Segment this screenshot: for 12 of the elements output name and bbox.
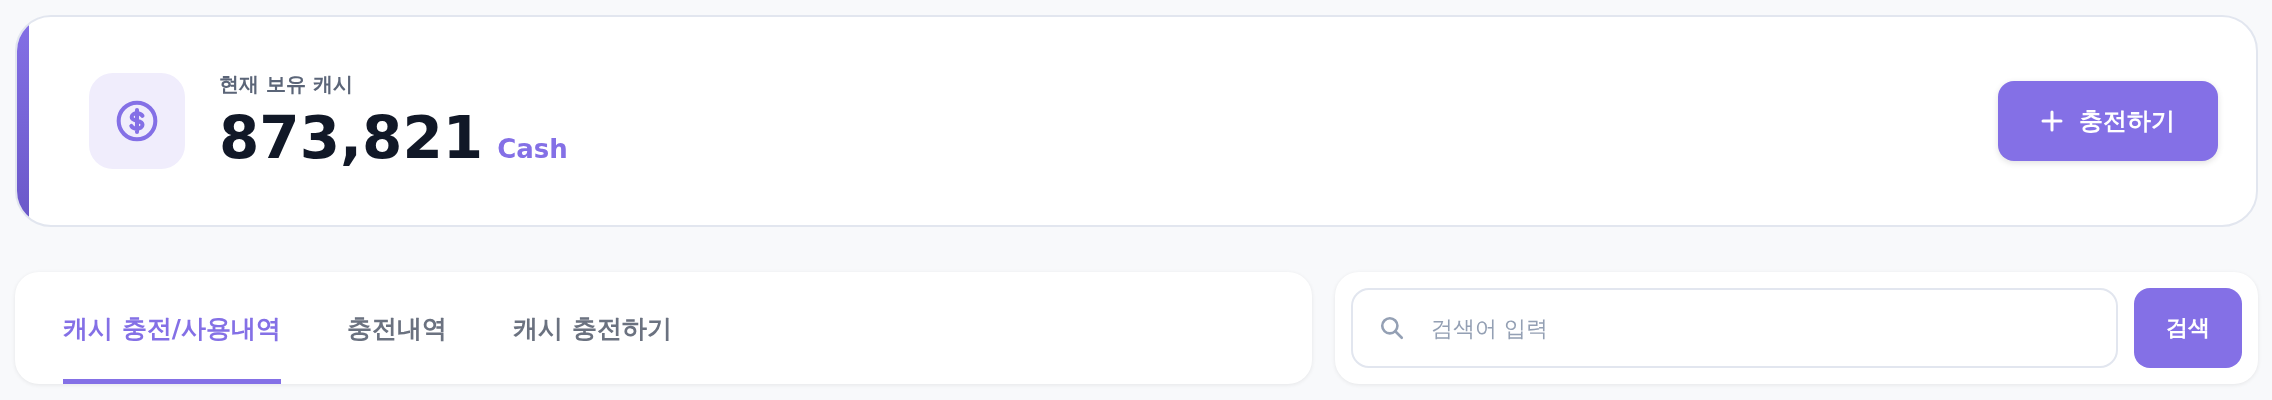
tab[interactable]: 충전내역 [346,272,447,384]
balance-label: 현재 보유 캐시 [219,70,354,98]
search-field[interactable]: 검색어 입력 [1351,288,2118,368]
charge-button[interactable]: 충전하기 [1998,81,2218,161]
search-icon [1379,315,1405,341]
dollar-coin-icon [115,99,159,143]
tab[interactable]: 캐시 충전/사용내역 [63,272,281,384]
currency-unit: Cash [497,133,568,164]
plus-icon [2041,110,2063,132]
balance-amount: 873,821 [219,103,484,172]
tab[interactable]: 캐시 충전하기 [512,272,672,384]
search-button[interactable]: 검색 [2134,288,2242,368]
